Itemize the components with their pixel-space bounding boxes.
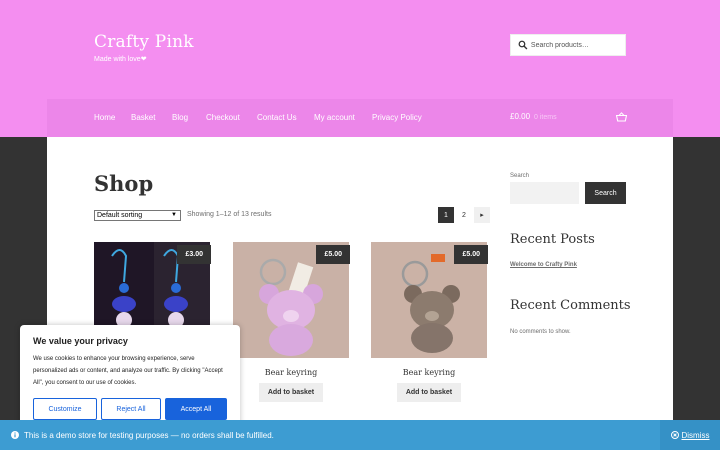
recent-post-link[interactable]: Welcome to Crafty Pink	[510, 262, 577, 268]
nav-item-contact-us[interactable]: Contact Us	[257, 113, 297, 122]
dismiss-label: Dismiss	[681, 430, 710, 440]
recent-comments-heading: Recent Comments	[510, 298, 631, 313]
accept-all-button[interactable]: Accept All	[165, 398, 227, 420]
primary-navigation: Home Basket Blog Checkout Contact Us My …	[47, 99, 673, 137]
pagination-page-1[interactable]: 1	[438, 207, 454, 223]
product-search-box[interactable]	[510, 34, 626, 56]
cart-item-count: 0 items	[534, 114, 557, 121]
sidebar-search-button[interactable]: Search	[585, 182, 626, 204]
add-to-basket-button[interactable]: Add to basket	[397, 383, 461, 402]
customize-button[interactable]: Customize	[33, 398, 97, 420]
product-title[interactable]: Bear keyring	[233, 368, 349, 377]
product-search-input[interactable]	[530, 41, 625, 49]
nav-item-blog[interactable]: Blog	[172, 113, 188, 122]
cookie-text: We use cookies to enhance your browsing …	[33, 356, 223, 386]
cart-total: £0.00	[510, 112, 531, 121]
close-circle-icon	[670, 431, 679, 439]
pagination-page-2[interactable]: 2	[456, 207, 472, 223]
nav-item-basket[interactable]: Basket	[131, 113, 155, 122]
site-title[interactable]: Crafty Pink	[94, 32, 194, 52]
sidebar-search-label: Search	[510, 173, 530, 179]
recent-posts-heading: Recent Posts	[510, 232, 595, 247]
site-tagline: Made with love❤	[94, 56, 147, 63]
price-badge: £5.00	[316, 245, 350, 264]
price-badge: £3.00	[177, 245, 211, 264]
basket-icon[interactable]	[616, 112, 627, 122]
sidebar-search-input[interactable]	[510, 182, 579, 204]
page-title: Shop	[94, 171, 154, 196]
cart-link[interactable]: £0.00 0 items	[510, 112, 557, 121]
store-notice-bar: This is a demo store for testing purpose…	[0, 420, 720, 450]
store-notice-text: This is a demo store for testing purpose…	[24, 431, 274, 440]
product-title[interactable]: Bear keyring	[371, 368, 487, 377]
nav-item-home[interactable]: Home	[94, 113, 115, 122]
pagination-next-icon[interactable]: ▸	[474, 207, 490, 223]
product-card[interactable]: £5.00 Bear keyring Add to basket	[371, 242, 488, 402]
sort-selected-value: Default sorting	[97, 212, 143, 219]
sort-dropdown[interactable]: Default sorting ▼	[94, 210, 181, 221]
dismiss-button[interactable]: Dismiss	[660, 420, 720, 450]
price-badge: £5.00	[454, 245, 488, 264]
cookie-consent-banner: We value your privacy We use cookies to …	[20, 325, 240, 430]
nav-item-my-account[interactable]: My account	[314, 113, 355, 122]
chevron-down-icon: ▼	[171, 212, 177, 218]
nav-item-privacy-policy[interactable]: Privacy Policy	[372, 113, 422, 122]
no-comments-text: No comments to show.	[510, 329, 571, 335]
add-to-basket-button[interactable]: Add to basket	[259, 383, 323, 402]
reject-all-button[interactable]: Reject All	[101, 398, 161, 420]
info-icon	[11, 431, 19, 439]
result-count: Showing 1–12 of 13 results	[187, 211, 272, 218]
product-card[interactable]: £5.00 Bear keyring Add to basket	[233, 242, 350, 402]
cookie-title: We value your privacy	[33, 336, 128, 346]
search-icon	[518, 40, 528, 50]
nav-item-checkout[interactable]: Checkout	[206, 113, 240, 122]
